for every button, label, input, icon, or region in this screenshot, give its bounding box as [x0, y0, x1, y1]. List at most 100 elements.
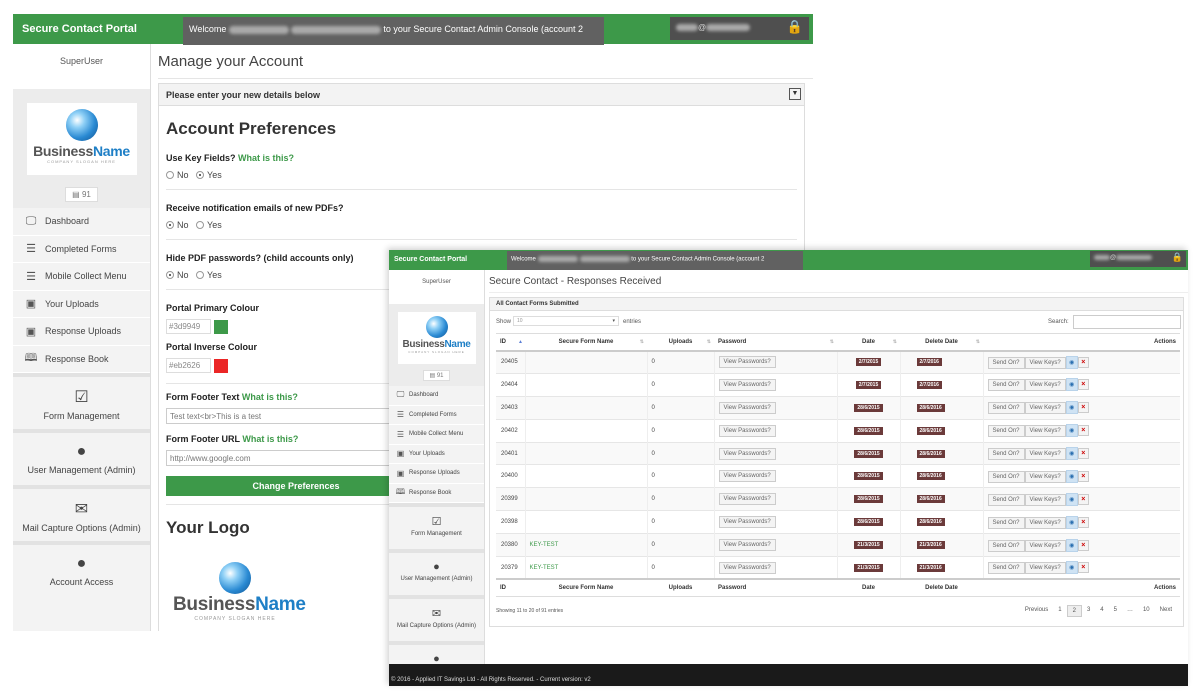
sidebar-item-response-uploads[interactable]: ▣ Response Uploads — [389, 464, 484, 484]
delete-icon[interactable]: × — [1077, 516, 1089, 528]
delete-icon[interactable]: × — [1077, 356, 1089, 368]
sidebar-item-account-access[interactable]: ● Account Access — [13, 541, 150, 597]
what-is-this-link[interactable]: What is this? — [242, 392, 298, 402]
view-passwords-button[interactable]: View Passwords? — [718, 493, 776, 506]
brand-title[interactable]: Secure Contact Portal — [394, 256, 467, 263]
view-passwords-button[interactable]: View Passwords? — [718, 378, 776, 391]
view-keys-button[interactable]: View Keys? — [1024, 425, 1066, 438]
eye-icon[interactable]: ◉ — [1065, 355, 1078, 369]
sidebar-item-dashboard[interactable]: 🖵 Dashboard — [389, 386, 484, 406]
view-keys-button[interactable]: View Keys? — [1024, 516, 1066, 529]
primary-colour-input[interactable]: #3d9949 — [166, 319, 211, 334]
view-keys-button[interactable]: View Keys? — [1024, 379, 1066, 392]
previous-page-button[interactable]: Previous — [1020, 605, 1053, 617]
delete-icon[interactable]: × — [1077, 448, 1089, 459]
page-button[interactable]: 3 — [1082, 605, 1095, 617]
column-header-secure-form-name[interactable]: Secure Form Name ⇅ — [525, 333, 647, 352]
user-email[interactable]: @ 🔒 — [1090, 251, 1186, 267]
sidebar-item-mail-capture-options-admin[interactable]: ✉ Mail Capture Options (Admin) — [13, 485, 150, 541]
sidebar-item-user-management-admin[interactable]: ● User Management (Admin) — [389, 549, 484, 595]
sidebar-item-response-book[interactable]: 🕮 Response Book — [13, 345, 150, 373]
inverse-colour-swatch[interactable] — [214, 358, 228, 373]
column-header-uploads[interactable]: Uploads ⇅ — [647, 333, 714, 352]
view-keys-button[interactable]: View Keys? — [1024, 539, 1066, 552]
page-button[interactable]: 5 — [1109, 605, 1122, 617]
eye-icon[interactable]: ◉ — [1065, 538, 1078, 552]
delete-icon[interactable]: × — [1077, 493, 1089, 505]
view-passwords-button[interactable]: View Passwords? — [718, 447, 776, 460]
search-input[interactable] — [1073, 315, 1181, 329]
footer-text-input[interactable]: Test text<br>This is a test — [166, 408, 426, 424]
eye-icon[interactable]: ◉ — [1065, 469, 1078, 483]
delete-icon[interactable]: × — [1077, 470, 1089, 482]
page-button[interactable]: 10 — [1138, 605, 1155, 617]
sidebar-item-mail-capture-options-admin[interactable]: ✉ Mail Capture Options (Admin) — [389, 595, 484, 641]
change-preferences-button[interactable]: Change Preferences — [166, 476, 426, 496]
delete-icon[interactable]: × — [1077, 562, 1089, 574]
view-passwords-button[interactable]: View Passwords? — [718, 561, 776, 574]
sidebar-item-your-uploads[interactable]: ▣ Your Uploads — [389, 444, 484, 464]
page-button[interactable]: 4 — [1095, 605, 1108, 617]
eye-icon[interactable]: ◉ — [1065, 424, 1078, 438]
view-keys-button[interactable]: View Keys? — [1024, 562, 1066, 575]
sidebar-item-response-book[interactable]: 🕮 Response Book — [389, 483, 484, 503]
send-on-button[interactable]: Send On? — [987, 448, 1025, 460]
sidebar-item-your-uploads[interactable]: ▣ Your Uploads — [13, 290, 150, 318]
column-header-delete-date[interactable]: Delete Date ⇅ — [900, 333, 983, 352]
send-on-button[interactable]: Send On? — [987, 470, 1025, 483]
column-header-password[interactable]: Password ⇅ — [714, 333, 837, 352]
eye-icon[interactable]: ◉ — [1065, 515, 1078, 529]
lock-icon[interactable]: 🔒 — [787, 19, 803, 35]
user-email[interactable]: @ 🔒 — [670, 17, 809, 40]
eye-icon[interactable]: ◉ — [1065, 378, 1078, 392]
sidebar-item-form-management[interactable]: ☑ Form Management — [13, 373, 150, 429]
radio-no[interactable] — [166, 221, 174, 229]
view-passwords-button[interactable]: View Passwords? — [718, 470, 776, 483]
sidebar-item-completed-forms[interactable]: ☰ Completed Forms — [389, 405, 484, 425]
send-on-button[interactable]: Send On? — [987, 516, 1025, 529]
what-is-this-link[interactable]: What is this? — [242, 434, 298, 444]
sidebar-item-dashboard[interactable]: 🖵 Dashboard — [13, 208, 150, 236]
radio-no[interactable] — [166, 171, 174, 179]
send-on-button[interactable]: Send On? — [987, 356, 1025, 369]
sidebar-item-user-management-admin[interactable]: ● User Management (Admin) — [13, 429, 150, 485]
what-is-this-link[interactable]: What is this? — [238, 153, 294, 163]
footer-url-input[interactable]: http://www.google.com — [166, 450, 426, 466]
sidebar-item-response-uploads[interactable]: ▣ Response Uploads — [13, 318, 150, 346]
sidebar-item-mobile-collect-menu[interactable]: ☰ Mobile Collect Menu — [389, 425, 484, 445]
radio-yes[interactable] — [196, 171, 205, 179]
view-passwords-button[interactable]: View Passwords? — [718, 401, 776, 414]
radio-yes[interactable] — [196, 271, 205, 279]
send-on-button[interactable]: Send On? — [987, 425, 1025, 438]
eye-icon[interactable]: ◉ — [1065, 447, 1078, 460]
entries-select[interactable]: 10 ▾ — [513, 316, 619, 326]
primary-colour-swatch[interactable] — [214, 319, 228, 334]
collapse-icon[interactable]: ▼ — [789, 88, 801, 100]
radio-no[interactable] — [166, 271, 174, 279]
delete-icon[interactable]: × — [1077, 379, 1089, 391]
column-header-id[interactable]: ID ▲ — [496, 333, 525, 352]
sidebar-item-completed-forms[interactable]: ☰ Completed Forms — [13, 235, 150, 263]
inverse-colour-input[interactable]: #eb2626 — [166, 358, 211, 373]
page-button[interactable]: 1 — [1053, 605, 1066, 617]
view-keys-button[interactable]: View Keys? — [1024, 470, 1066, 483]
view-passwords-button[interactable]: View Passwords? — [718, 539, 776, 552]
page-button[interactable]: 2 — [1066, 605, 1082, 617]
sidebar-item-mobile-collect-menu[interactable]: ☰ Mobile Collect Menu — [13, 263, 150, 291]
eye-icon[interactable]: ◉ — [1065, 492, 1078, 506]
sidebar-item-form-management[interactable]: ☑ Form Management — [389, 503, 484, 549]
view-keys-button[interactable]: View Keys? — [1024, 356, 1066, 369]
view-passwords-button[interactable]: View Passwords? — [718, 516, 776, 529]
column-header-actions[interactable]: Actions — [983, 333, 1180, 352]
delete-icon[interactable]: × — [1077, 425, 1089, 437]
delete-icon[interactable]: × — [1077, 402, 1089, 414]
eye-icon[interactable]: ◉ — [1065, 561, 1078, 575]
column-header-date[interactable]: Date ⇅ — [837, 333, 900, 352]
eye-icon[interactable]: ◉ — [1065, 401, 1078, 415]
view-keys-button[interactable]: View Keys? — [1024, 448, 1066, 460]
send-on-button[interactable]: Send On? — [987, 562, 1025, 575]
send-on-button[interactable]: Send On? — [987, 379, 1025, 392]
view-passwords-button[interactable]: View Passwords? — [718, 356, 776, 369]
brand-title[interactable]: Secure Contact Portal — [22, 23, 137, 35]
view-keys-button[interactable]: View Keys? — [1024, 493, 1066, 506]
